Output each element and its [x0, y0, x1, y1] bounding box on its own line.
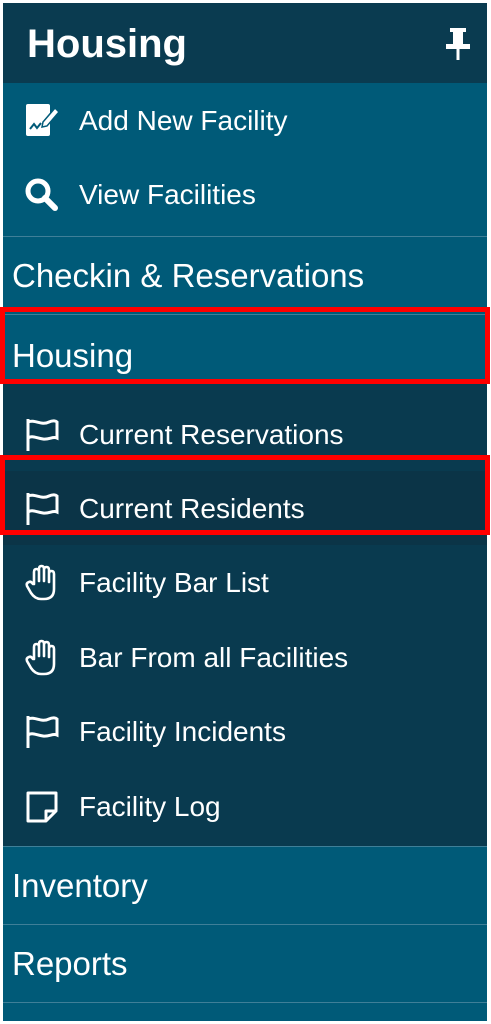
menu-item-facility-log[interactable]: Facility Log — [3, 769, 487, 843]
flag-icon — [23, 713, 61, 751]
search-icon — [23, 176, 61, 214]
menu-item-label: Facility Log — [79, 791, 221, 822]
sidebar-header: Housing — [3, 3, 487, 83]
section-inventory[interactable]: Inventory — [3, 846, 487, 924]
section-checkin-reservations[interactable]: Checkin & Reservations — [3, 236, 487, 314]
menu-item-label: Facility Bar List — [79, 567, 269, 598]
flag-icon — [23, 416, 61, 454]
menu-item-label: Facility Incidents — [79, 716, 286, 747]
menu-item-label: Bar From all Facilities — [79, 642, 349, 673]
section-divider — [3, 1002, 487, 1021]
hand-stop-icon — [23, 639, 61, 677]
menu-item-label: Current Reservations — [79, 419, 344, 450]
menu-item-bar-from-all-facilities[interactable]: Bar From all Facilities — [3, 620, 487, 694]
section-reports[interactable]: Reports — [3, 924, 487, 1002]
menu-item-add-new-facility[interactable]: Add New Facility — [3, 83, 487, 157]
menu-item-view-facilities[interactable]: View Facilities — [3, 157, 487, 231]
housing-highlight-box — [0, 307, 490, 384]
pin-icon[interactable] — [443, 27, 473, 61]
menu-item-label: View Facilities — [79, 179, 256, 210]
section-label: Inventory — [12, 867, 148, 904]
section-label: Reports — [12, 945, 128, 982]
hand-stop-icon — [23, 564, 61, 602]
housing-submenu: Current Reservations Current Residents F… — [3, 381, 487, 846]
sticky-note-icon — [23, 788, 61, 826]
current-residents-highlight-box — [0, 455, 490, 535]
menu-item-label: Add New Facility — [79, 105, 288, 136]
edit-document-icon — [23, 102, 61, 140]
menu-item-facility-bar-list[interactable]: Facility Bar List — [3, 545, 487, 619]
menu-item-facility-incidents[interactable]: Facility Incidents — [3, 694, 487, 768]
section-label: Checkin & Reservations — [12, 257, 365, 294]
sidebar-title: Housing — [27, 22, 187, 66]
